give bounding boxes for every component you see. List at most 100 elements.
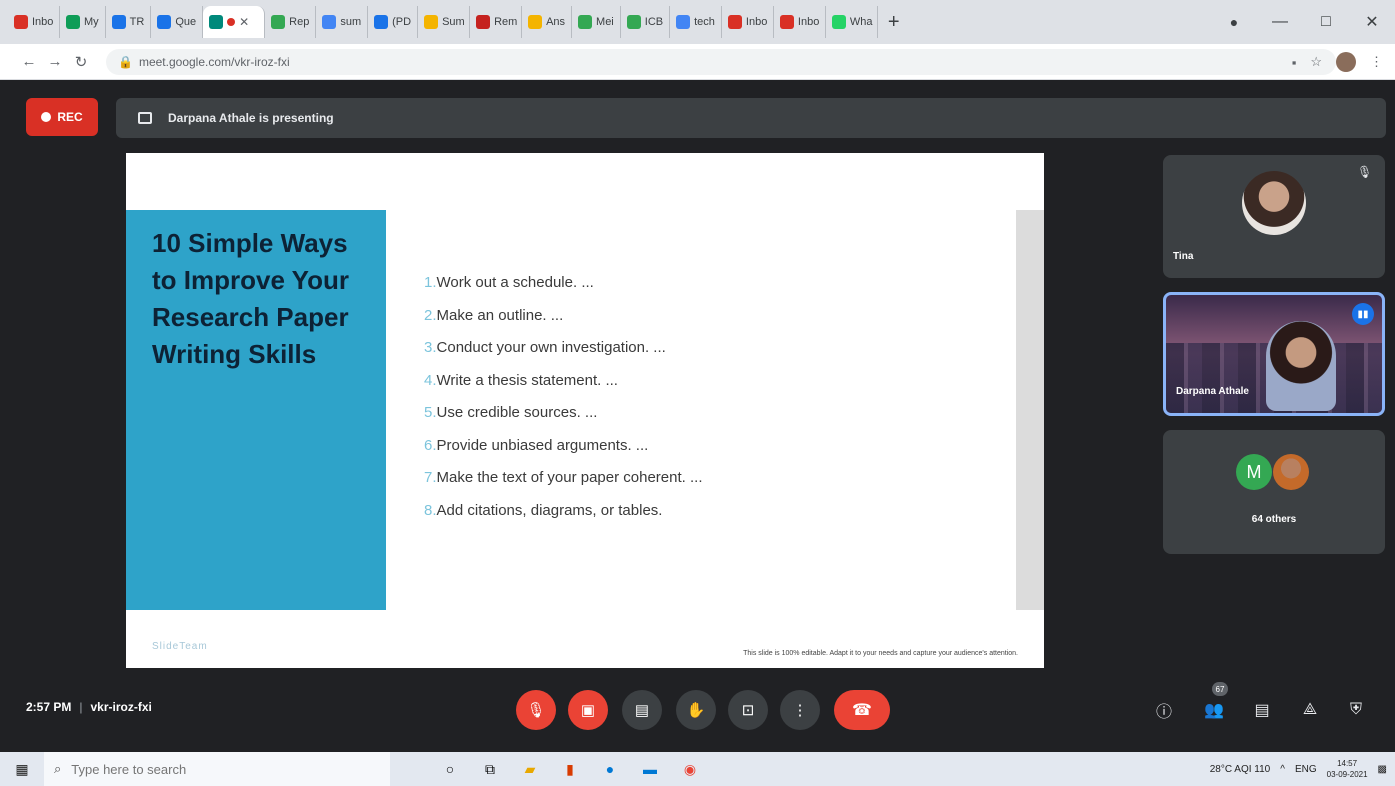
- browser-tab[interactable]: Inbo: [722, 6, 774, 38]
- info-icon: ⓘ: [1155, 704, 1172, 721]
- more-menu-icon[interactable]: ⋮: [1370, 54, 1383, 70]
- tab-label: Inbo: [797, 16, 820, 28]
- new-tab-button[interactable]: +: [888, 11, 900, 34]
- slide-bullet-item: 8.Add citations, diagrams, or tables.: [424, 495, 703, 528]
- close-window-button[interactable]: ✕: [1349, 4, 1395, 40]
- edge-icon[interactable]: ●: [590, 752, 630, 786]
- back-button[interactable]: ←: [16, 53, 42, 70]
- camera-toggle-button[interactable]: ▣: [568, 690, 608, 730]
- host-controls-button[interactable]: ⛨: [1344, 698, 1368, 722]
- browser-tab[interactable]: Ans: [522, 6, 573, 38]
- camera-indicator-icon[interactable]: ▪: [1292, 55, 1297, 70]
- start-button[interactable]: ▦: [0, 752, 44, 786]
- office-icon[interactable]: ▮: [550, 752, 590, 786]
- browser-tab[interactable]: Rep: [265, 6, 317, 38]
- note-icon: [528, 15, 543, 29]
- bookmark-star-icon[interactable]: ☆: [1310, 54, 1322, 70]
- notifications-icon[interactable]: ▩: [1378, 764, 1387, 775]
- bullet-text: Conduct your own investigation. ...: [436, 339, 666, 356]
- meeting-time: 2:57 PM: [26, 700, 72, 714]
- leave-call-button[interactable]: ☎: [834, 690, 890, 730]
- url-input[interactable]: 🔒 meet.google.com/vkr-iroz-fxi: [106, 48, 1336, 75]
- browser-tab[interactable]: Rem: [470, 6, 523, 38]
- slide-title: 10 Simple Ways to Improve Your Research …: [152, 228, 349, 369]
- windows-taskbar: ▦ ⌕ ○ ⧉ ▰ ▮ ● ▬ ◉ 28°C AQI 110 ^ ENG 14:…: [0, 752, 1395, 786]
- maximize-button[interactable]: □: [1303, 4, 1349, 40]
- browser-tab[interactable]: Sum: [418, 6, 471, 38]
- url-text: meet.google.com/vkr-iroz-fxi: [138, 54, 290, 69]
- participant-tile-tina[interactable]: 🎙 Tina: [1163, 155, 1385, 278]
- browser-tab[interactable]: (PD: [368, 6, 419, 38]
- browser-tab[interactable]: Mei: [572, 6, 621, 38]
- browser-tab[interactable]: Wha: [826, 6, 878, 38]
- drive-icon: [66, 15, 80, 29]
- taskbar-search-input[interactable]: [71, 761, 352, 777]
- participant-tile-darpana[interactable]: ▮▮ Darpana Athale: [1163, 292, 1385, 416]
- record-indicator-icon[interactable]: ●: [1211, 4, 1257, 40]
- more-vert-icon: ⋮: [792, 702, 808, 719]
- bullet-number: 1.: [424, 274, 437, 291]
- participant-tile-others[interactable]: M 64 others: [1163, 430, 1385, 554]
- raise-hand-button[interactable]: ✋: [676, 690, 716, 730]
- language-indicator[interactable]: ENG: [1295, 764, 1317, 775]
- bullet-text: Make an outline. ...: [436, 306, 564, 324]
- browser-tab[interactable]: My: [60, 6, 106, 38]
- mic-toggle-button[interactable]: 🎙: [516, 690, 556, 730]
- mic-muted-icon: 🎙: [1357, 165, 1373, 179]
- slide-bullet-item: 1.Work out a schedule. ...: [424, 267, 703, 300]
- browser-tab[interactable]: ICB: [621, 6, 671, 38]
- google-icon: [676, 15, 691, 29]
- speaking-indicator-icon: ▮▮: [1352, 303, 1374, 325]
- weather-text[interactable]: 28°C AQI 110: [1210, 764, 1271, 775]
- more-options-button[interactable]: ⋮: [780, 690, 820, 730]
- mic-off-icon: 🎙: [526, 702, 546, 719]
- browser-tab[interactable]: Inbo: [8, 6, 60, 38]
- tab-label: Rep: [289, 16, 310, 28]
- bullet-text: Write a thesis statement. ...: [436, 371, 618, 389]
- browser-tab[interactable]: sum: [316, 6, 369, 38]
- cortana-icon[interactable]: ○: [430, 752, 470, 786]
- clock-time: 14:57: [1337, 759, 1358, 768]
- minimize-button[interactable]: —: [1257, 4, 1303, 40]
- address-bar: ← → ↻ 🔒 meet.google.com/vkr-iroz-fxi ▪ ☆…: [0, 44, 1395, 80]
- chat-button[interactable]: ▤: [1250, 698, 1274, 722]
- activities-button[interactable]: ⟁: [1298, 698, 1322, 722]
- tab-label: sum: [340, 16, 362, 28]
- people-button[interactable]: 👥: [1202, 698, 1226, 722]
- present-button[interactable]: ⊡: [728, 690, 768, 730]
- file-explorer-icon[interactable]: ▰: [510, 752, 550, 786]
- task-view-icon[interactable]: ⧉: [470, 752, 510, 786]
- meeting-info-button[interactable]: ⓘ: [1152, 698, 1176, 722]
- docs-icon: [374, 15, 389, 29]
- taskbar-search[interactable]: ⌕: [44, 752, 390, 786]
- presenting-banner: Darpana Athale is presenting: [116, 98, 1386, 138]
- tab-label: TR: [129, 16, 145, 28]
- tray-chevron-icon[interactable]: ^: [1280, 764, 1285, 775]
- recording-badge[interactable]: REC: [26, 98, 98, 136]
- captions-button[interactable]: ▤: [622, 690, 662, 730]
- forms-icon: [111, 15, 126, 29]
- browser-tab[interactable]: TR: [106, 6, 152, 38]
- gmail-icon: [14, 15, 28, 29]
- taskbar-clock[interactable]: 14:57 03-09-2021: [1327, 758, 1368, 780]
- activities-icon: ⟁: [1302, 701, 1318, 718]
- window-controls: ● — □ ✕: [1211, 0, 1395, 44]
- google-icon: [322, 15, 337, 29]
- present-icon: ⊡: [741, 702, 755, 719]
- browser-tab[interactable]: Que: [151, 6, 204, 38]
- reload-button[interactable]: ↻: [68, 53, 94, 71]
- present-screen-icon: [138, 112, 152, 124]
- web-icon: [578, 15, 593, 29]
- close-tab-icon[interactable]: ✕: [239, 15, 249, 29]
- tab-label: Inbo: [745, 16, 768, 28]
- tab-label: Wha: [849, 16, 873, 28]
- others-count: 64 others: [1251, 514, 1297, 525]
- browser-tab[interactable]: tech: [670, 6, 722, 38]
- profile-avatar[interactable]: [1336, 52, 1356, 72]
- browser-tab[interactable]: ✕: [203, 6, 266, 38]
- forward-button[interactable]: →: [42, 53, 68, 70]
- tab-label: ICB: [644, 16, 664, 28]
- store-icon[interactable]: ▬: [630, 752, 670, 786]
- browser-tab[interactable]: Inbo: [774, 6, 826, 38]
- chrome-icon[interactable]: ◉: [670, 752, 710, 786]
